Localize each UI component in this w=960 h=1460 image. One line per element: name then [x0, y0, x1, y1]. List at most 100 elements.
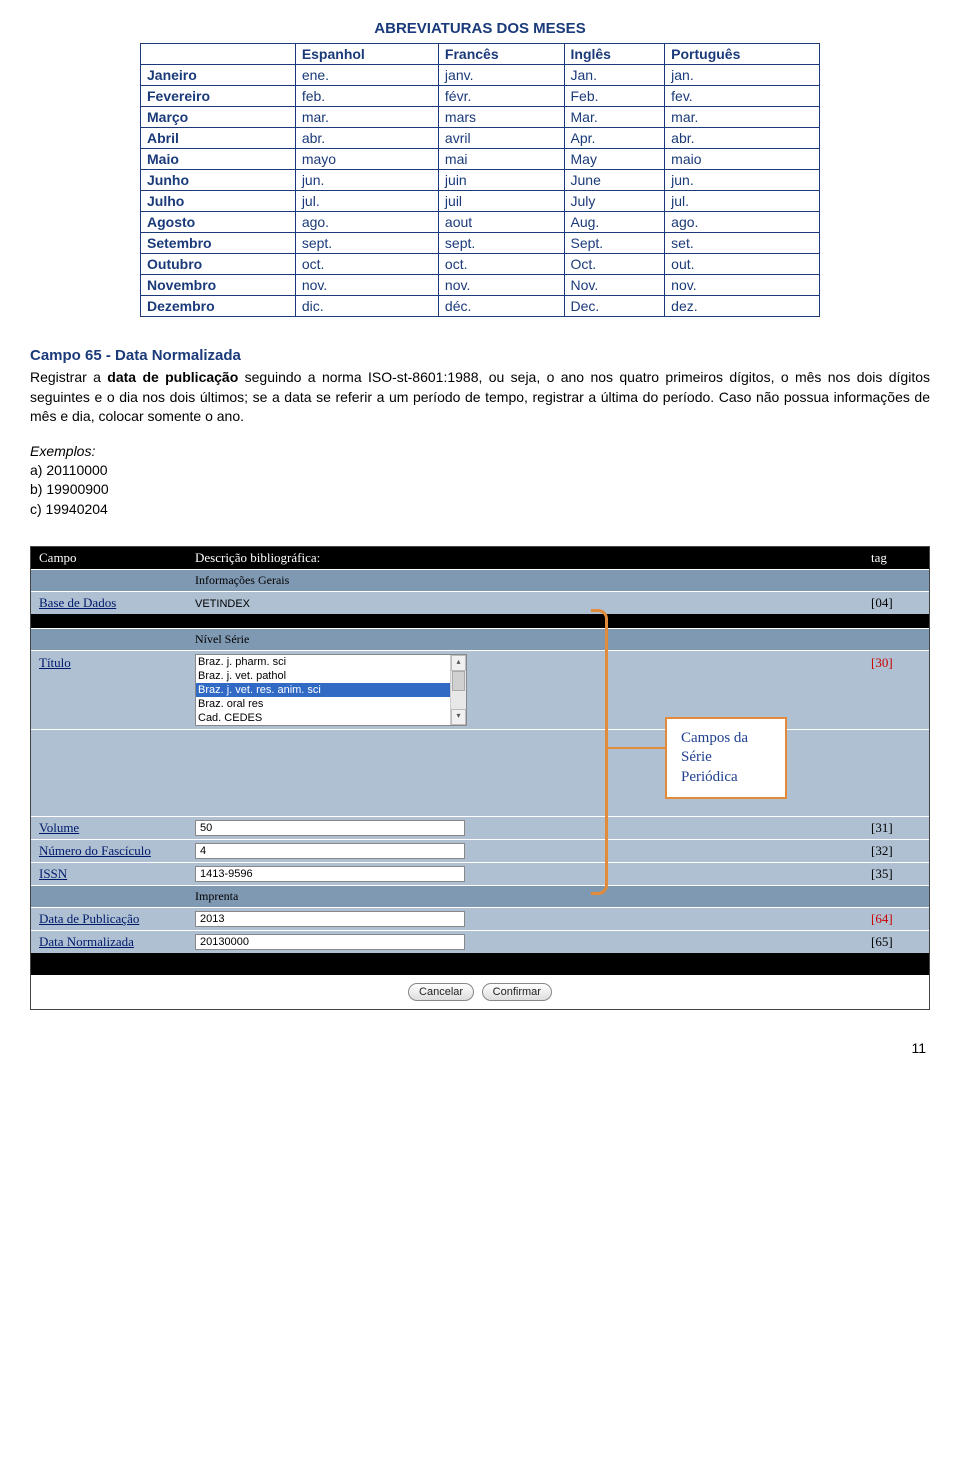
table-cell: mars: [438, 107, 564, 128]
table-cell: Sept.: [564, 233, 665, 254]
input-volume[interactable]: [195, 820, 465, 836]
list-item[interactable]: Braz. j. vet. pathol: [196, 669, 466, 683]
table-row: Setembrosept.sept.Sept.set.: [141, 233, 820, 254]
callout-text: Campos da Série Periódica: [681, 730, 748, 785]
table-row: Agostoago.aoutAug.ago.: [141, 212, 820, 233]
subheader-serie: Nível Série: [187, 628, 929, 650]
table-row: Novembronov.nov.Nov.nov.: [141, 275, 820, 296]
table-cell: jun.: [295, 170, 438, 191]
table-cell: feb.: [295, 86, 438, 107]
value-base: VETINDEX: [195, 598, 250, 610]
list-item[interactable]: Braz. j. vet. res. anim. sci: [196, 683, 466, 697]
table-row: Junhojun.juinJunejun.: [141, 170, 820, 191]
table-cell: oct.: [438, 254, 564, 275]
table-cell: abr.: [665, 128, 820, 149]
table-cell: jun.: [665, 170, 820, 191]
confirm-button[interactable]: Confirmar: [482, 983, 552, 1001]
table-cell: jul.: [665, 191, 820, 212]
body-text-1: Registrar a: [30, 369, 107, 385]
table-cell: Jan.: [564, 65, 665, 86]
table-cell: ago.: [665, 212, 820, 233]
tag-base: [04]: [863, 591, 929, 614]
label-issn[interactable]: ISSN: [31, 862, 187, 885]
table-cell: June: [564, 170, 665, 191]
body-paragraph: Registrar a data de publicação seguindo …: [30, 368, 930, 427]
table-cell: dez.: [665, 296, 820, 317]
tag-fasciculo: [32]: [863, 839, 929, 862]
examples-label: Exemplos:: [30, 443, 930, 459]
table-cell: nov.: [438, 275, 564, 296]
table-header: Português: [665, 44, 820, 65]
body-text-bold: data de publicação: [107, 369, 238, 385]
example-item: a) 20110000: [30, 461, 930, 481]
table-cell: Aug.: [564, 212, 665, 233]
table-cell: Oct.: [564, 254, 665, 275]
header-tag: tag: [863, 547, 929, 570]
table-cell: juil: [438, 191, 564, 212]
table-cell: dic.: [295, 296, 438, 317]
list-item[interactable]: Braz. oral res: [196, 697, 466, 711]
table-cell: jul.: [295, 191, 438, 212]
scroll-down-icon[interactable]: ▾: [451, 709, 466, 725]
table-cell: oct.: [295, 254, 438, 275]
subheader-info: Informações Gerais: [187, 569, 929, 591]
table-cell: May: [564, 149, 665, 170]
table-cell: abr.: [295, 128, 438, 149]
form-header-row: Campo Descrição bibliográfica: tag: [31, 547, 929, 570]
section-heading: Campo 65 - Data Normalizada: [30, 347, 930, 364]
table-cell: Abril: [141, 128, 296, 149]
tag-issn: [35]: [863, 862, 929, 885]
table-row: Fevereirofeb.févr.Feb.fev.: [141, 86, 820, 107]
callout-box: Campos da Série Periódica: [665, 717, 787, 800]
table-cell: déc.: [438, 296, 564, 317]
table-cell: jan.: [665, 65, 820, 86]
table-row: Marçomar.marsMar.mar.: [141, 107, 820, 128]
example-item: c) 19940204: [30, 500, 930, 520]
label-base[interactable]: Base de Dados: [31, 591, 187, 614]
scroll-thumb[interactable]: [452, 671, 465, 691]
label-datanorm[interactable]: Data Normalizada: [31, 930, 187, 953]
input-datanorm[interactable]: [195, 934, 465, 950]
scroll-up-icon[interactable]: ▴: [451, 655, 466, 671]
list-item[interactable]: Cad. CEDES: [196, 711, 466, 725]
label-volume[interactable]: Volume: [31, 816, 187, 839]
connector-line: [605, 747, 665, 749]
input-datapub[interactable]: [195, 911, 465, 927]
titulo-listbox[interactable]: Braz. j. pharm. sciBraz. j. vet. patholB…: [195, 654, 467, 726]
label-titulo[interactable]: Título: [31, 650, 187, 729]
table-row: Janeiroene.janv.Jan.jan.: [141, 65, 820, 86]
scrollbar[interactable]: ▴ ▾: [450, 655, 466, 725]
label-fasciculo[interactable]: Número do Fascículo: [31, 839, 187, 862]
table-cell: Setembro: [141, 233, 296, 254]
table-cell: Janeiro: [141, 65, 296, 86]
label-datapub[interactable]: Data de Publicação: [31, 907, 187, 930]
page-number: 11: [30, 1040, 930, 1056]
table-cell: ago.: [295, 212, 438, 233]
example-item: b) 19900900: [30, 480, 930, 500]
page-title: ABREVIATURAS DOS MESES: [30, 20, 930, 37]
input-issn[interactable]: [195, 866, 465, 882]
subheader-imprenta: Imprenta: [187, 885, 929, 907]
table-cell: janv.: [438, 65, 564, 86]
tag-datapub: [64]: [863, 907, 929, 930]
table-cell: Outubro: [141, 254, 296, 275]
table-cell: fev.: [665, 86, 820, 107]
table-cell: Apr.: [564, 128, 665, 149]
table-cell: Julho: [141, 191, 296, 212]
cancel-button[interactable]: Cancelar: [408, 983, 474, 1001]
table-header: Inglês: [564, 44, 665, 65]
input-fasciculo[interactable]: [195, 843, 465, 859]
table-cell: ene.: [295, 65, 438, 86]
table-cell: mar.: [665, 107, 820, 128]
table-cell: Dezembro: [141, 296, 296, 317]
table-cell: Fevereiro: [141, 86, 296, 107]
table-header: [141, 44, 296, 65]
abbrev-table: EspanholFrancêsInglêsPortuguês Janeiroen…: [140, 43, 820, 317]
bracket-decoration: [591, 609, 608, 895]
table-cell: févr.: [438, 86, 564, 107]
tag-datanorm: [65]: [863, 930, 929, 953]
table-cell: set.: [665, 233, 820, 254]
table-cell: avril: [438, 128, 564, 149]
table-cell: juin: [438, 170, 564, 191]
list-item[interactable]: Braz. j. pharm. sci: [196, 655, 466, 669]
